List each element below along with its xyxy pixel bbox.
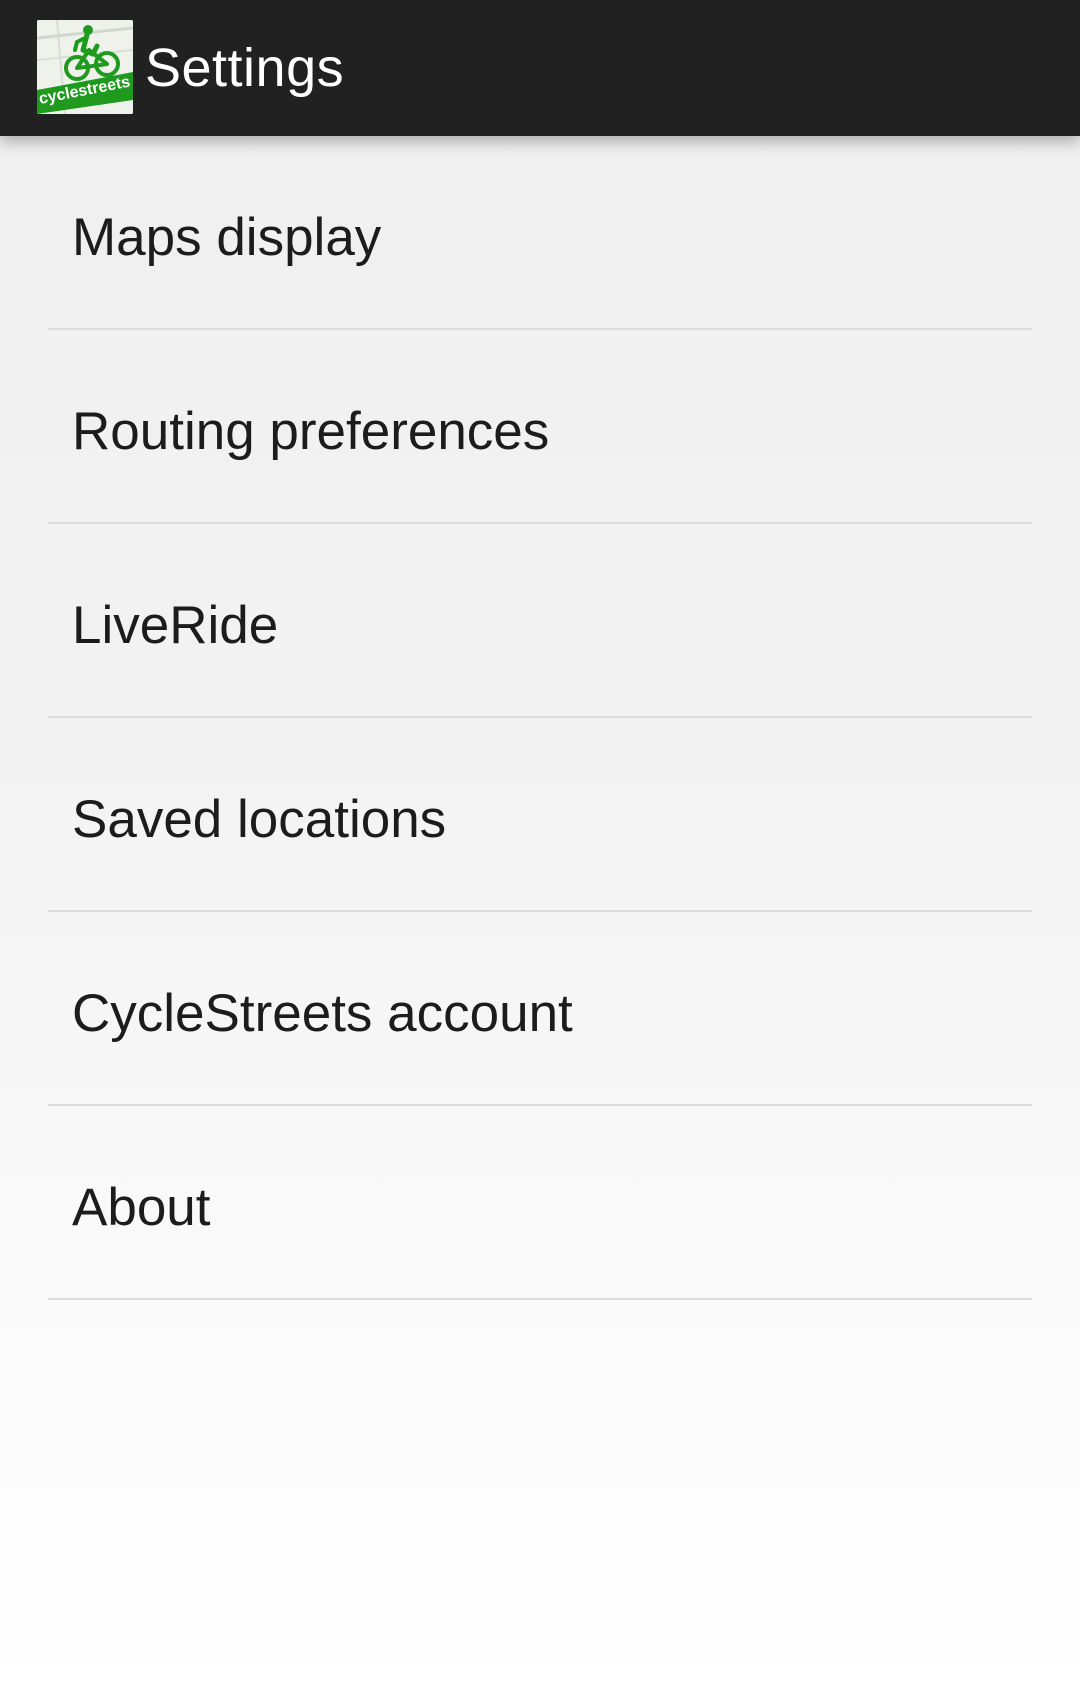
settings-item-label: Saved locations [72, 790, 447, 849]
cyclestreets-logo-icon[interactable]: cyclestreets [37, 20, 133, 114]
settings-item-about[interactable]: About [0, 1106, 1080, 1300]
settings-item-label: CycleStreets account [72, 984, 573, 1043]
settings-item-label: LiveRide [72, 596, 279, 655]
action-bar: cyclestreets Settings [0, 0, 1080, 136]
settings-item-maps-display[interactable]: Maps display [0, 136, 1080, 330]
settings-item-label: Routing preferences [72, 402, 550, 461]
settings-item-cyclestreets-account[interactable]: CycleStreets account [0, 912, 1080, 1106]
page-title: Settings [145, 38, 345, 98]
divider [48, 1298, 1032, 1300]
settings-item-label: Maps display [72, 208, 382, 267]
settings-item-label: About [72, 1178, 211, 1237]
settings-item-saved-locations[interactable]: Saved locations [0, 718, 1080, 912]
settings-list: Maps display Routing preferences LiveRid… [0, 136, 1080, 1300]
settings-item-routing-preferences[interactable]: Routing preferences [0, 330, 1080, 524]
settings-item-liveride[interactable]: LiveRide [0, 524, 1080, 718]
